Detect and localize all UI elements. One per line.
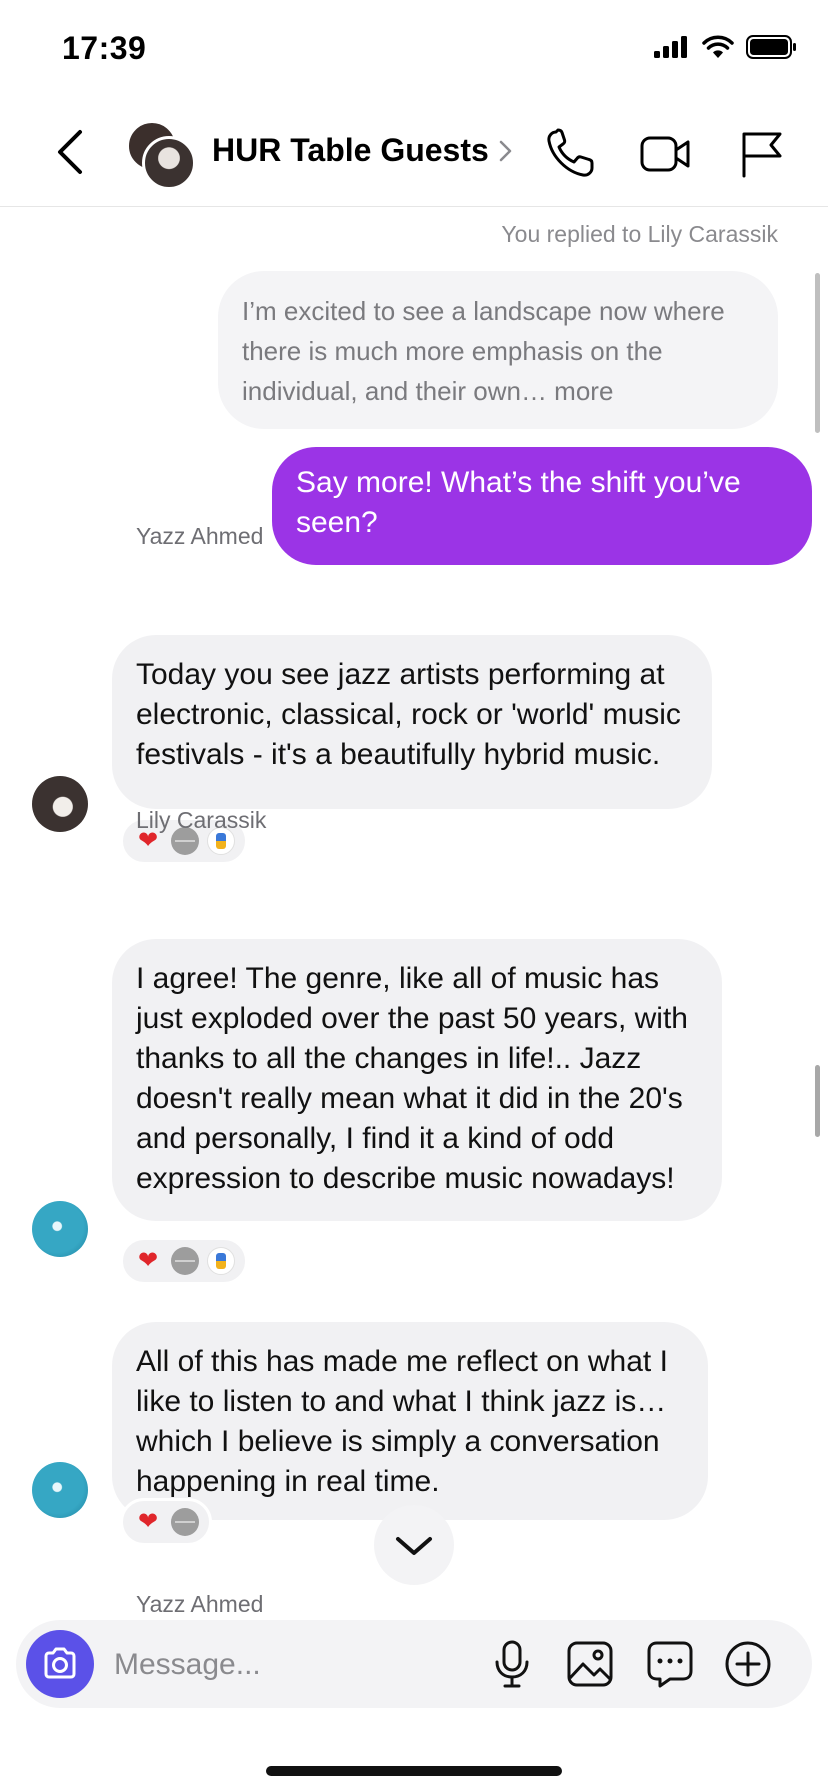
incoming-message-text: Today you see jazz artists performing at…	[136, 658, 681, 771]
gallery-icon[interactable]	[564, 1638, 616, 1690]
incoming-message-bubble[interactable]: Today you see jazz artists performing at…	[112, 635, 712, 809]
group-title[interactable]: HUR Table Guests	[212, 132, 489, 169]
flag-icon[interactable]	[734, 126, 790, 182]
red-heart-reaction-icon: ❤	[137, 1508, 159, 1535]
sender-avatar[interactable]	[32, 776, 88, 832]
cellular-signal-icon	[654, 36, 687, 58]
microphone-icon[interactable]	[486, 1638, 538, 1690]
sender-name: Yazz Ahmed	[136, 1591, 264, 1617]
incoming-message-text: All of this has made me reflect on what …	[136, 1345, 668, 1498]
quoted-message-text: I’m excited to see a landscape now where…	[242, 296, 725, 406]
outgoing-message-text: Say more! What’s the shift you’ve seen?	[296, 466, 741, 539]
group-avatar-member-2	[142, 136, 196, 190]
message-list[interactable]: You replied to Lily Carassik I’m excited…	[0, 207, 828, 1617]
scrollbar-thumb[interactable]	[815, 1065, 820, 1137]
sender-name: Lily Carassik	[136, 807, 267, 833]
back-arrow-icon[interactable]	[50, 126, 90, 178]
chevron-down-icon	[396, 1537, 432, 1555]
sticker-chat-icon[interactable]	[644, 1638, 696, 1690]
phone-call-icon[interactable]	[542, 126, 598, 182]
status-bar: 17:39	[0, 0, 828, 100]
incoming-message-text: I agree! The genre, like all of music ha…	[136, 962, 688, 1195]
message-input[interactable]	[112, 1634, 476, 1696]
reactions-bar[interactable]: ❤	[120, 1237, 248, 1285]
sender-avatar[interactable]	[32, 1201, 88, 1257]
scroll-to-bottom-button[interactable]	[374, 1505, 454, 1585]
battery-icon	[746, 35, 796, 59]
video-call-icon[interactable]	[638, 126, 694, 182]
reply-caption: You replied to Lily Carassik	[501, 221, 778, 247]
quoted-message-bubble[interactable]: I’m excited to see a landscape now where…	[218, 271, 778, 429]
scrollbar-track-top	[815, 273, 820, 433]
incoming-message-bubble[interactable]: All of this has made me reflect on what …	[112, 1322, 708, 1520]
grey-emoji-reaction-icon	[171, 1508, 199, 1536]
chat-screen: 17:39 HUR Table Guests You replied to Li…	[0, 0, 828, 1792]
group-avatar[interactable]	[126, 120, 196, 190]
chat-header: HUR Table Guests	[0, 100, 828, 207]
red-heart-reaction-icon: ❤	[137, 1247, 159, 1274]
sender-name: Yazz Ahmed	[136, 523, 264, 549]
sender-avatar[interactable]	[32, 1462, 88, 1518]
incoming-message-bubble[interactable]: I agree! The genre, like all of music ha…	[112, 939, 722, 1221]
status-time: 17:39	[62, 30, 147, 66]
home-indicator[interactable]	[266, 1766, 562, 1776]
add-plus-icon[interactable]	[722, 1638, 774, 1690]
message-composer	[16, 1620, 812, 1708]
grey-emoji-reaction-icon	[171, 1247, 199, 1275]
chevron-right-icon[interactable]	[498, 138, 514, 164]
camera-button[interactable]	[26, 1630, 94, 1698]
camera-icon	[44, 1647, 76, 1679]
reactions-bar[interactable]: ❤	[120, 1498, 212, 1546]
outgoing-message-bubble[interactable]: Say more! What’s the shift you’ve seen?	[272, 447, 812, 565]
badge-emoji-reaction-icon	[207, 1247, 235, 1275]
status-icons	[654, 34, 798, 60]
wifi-icon	[702, 35, 734, 58]
